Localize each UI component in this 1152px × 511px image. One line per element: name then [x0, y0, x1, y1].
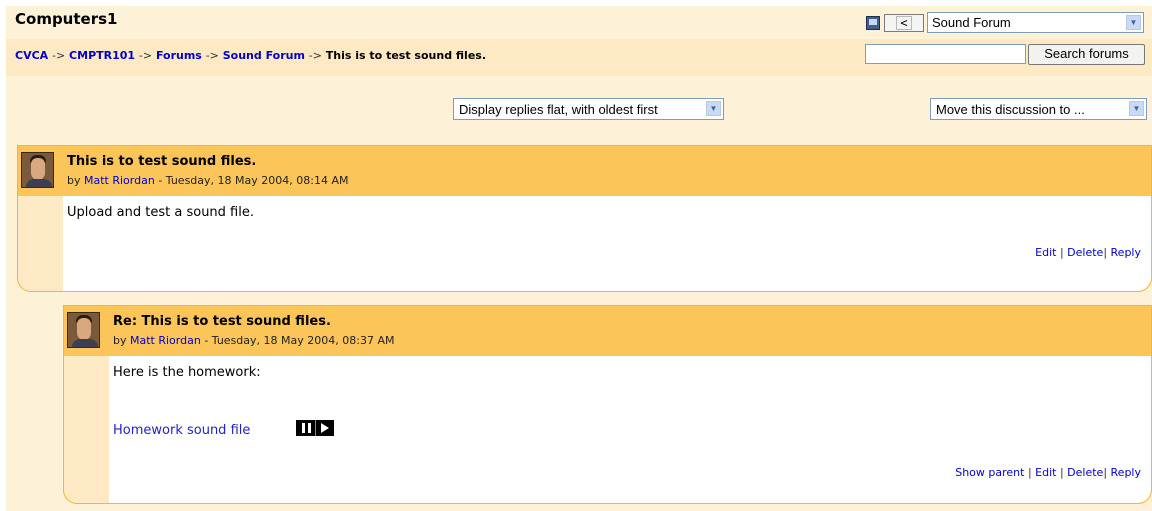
forum-jump-value: Sound Forum	[932, 15, 1011, 30]
prev-forum-label: <	[896, 16, 912, 30]
post-message: Here is the homework:	[113, 365, 261, 380]
breadcrumb-link-forum[interactable]: Sound Forum	[223, 49, 305, 62]
post-header: This is to test sound files. by Matt Rio…	[18, 146, 1151, 196]
post-actions: Show parent | Edit | Delete| Reply	[955, 466, 1141, 479]
post-body: Here is the homework: Homework sound fil…	[109, 356, 1151, 503]
chevron-down-icon: ▼	[1129, 101, 1144, 116]
reply-link[interactable]: Reply	[1111, 466, 1141, 479]
breadcrumb: CVCA -> CMPTR101 -> Forums -> Sound Foru…	[15, 49, 486, 62]
search-input[interactable]	[865, 44, 1026, 64]
forum-jump-select[interactable]: Sound Forum ▼	[927, 12, 1144, 33]
delete-link[interactable]: Delete	[1067, 246, 1103, 259]
show-parent-link[interactable]: Show parent	[955, 466, 1024, 479]
forum-post-reply: Re: This is to test sound files. by Matt…	[63, 305, 1152, 504]
post-by: by	[113, 334, 127, 347]
avatar[interactable]	[21, 152, 54, 188]
breadcrumb-bar: CVCA -> CMPTR101 -> Forums -> Sound Foru…	[6, 39, 1152, 76]
post-subject: Re: This is to test sound files.	[113, 314, 331, 329]
page: Computers1 < Sound Forum ▼ CVCA -> CMPTR…	[6, 6, 1152, 511]
post-header: Re: This is to test sound files. by Matt…	[64, 306, 1151, 356]
audio-player-icon[interactable]	[296, 420, 334, 436]
breadcrumb-link-cvca[interactable]: CVCA	[15, 49, 48, 62]
post-byline: by Matt Riordan - Tuesday, 18 May 2004, …	[113, 334, 394, 347]
chevron-down-icon: ▼	[1126, 15, 1141, 30]
reply-link[interactable]: Reply	[1111, 246, 1141, 259]
post-date: - Tuesday, 18 May 2004, 08:37 AM	[204, 334, 395, 347]
post-actions: Edit | Delete| Reply	[1035, 246, 1141, 259]
post-message: Upload and test a sound file.	[67, 205, 254, 220]
post-body: Upload and test a sound file. Edit | Del…	[63, 196, 1151, 291]
attachment-link[interactable]: Homework sound file	[113, 423, 250, 438]
delete-link[interactable]: Delete	[1067, 466, 1103, 479]
post-by: by	[67, 174, 81, 187]
docked-block-icon[interactable]	[866, 16, 880, 30]
site-title: Computers1	[15, 10, 118, 28]
post-subject: This is to test sound files.	[67, 154, 257, 169]
move-discussion-select[interactable]: Move this discussion to ... ▼	[930, 98, 1147, 120]
breadcrumb-separator: ->	[138, 49, 153, 62]
header-bar: Computers1 < Sound Forum ▼	[6, 6, 1152, 42]
post-author-link[interactable]: Matt Riordan	[130, 334, 201, 347]
breadcrumb-separator: ->	[205, 49, 219, 62]
post-author-link[interactable]: Matt Riordan	[84, 174, 155, 187]
search-forums-button[interactable]: Search forums	[1028, 44, 1145, 65]
prev-forum-button[interactable]: <	[884, 14, 924, 32]
post-date: - Tuesday, 18 May 2004, 08:14 AM	[158, 174, 349, 187]
edit-link[interactable]: Edit	[1035, 246, 1056, 259]
forum-post: This is to test sound files. by Matt Rio…	[17, 145, 1152, 292]
move-discussion-value: Move this discussion to ...	[936, 102, 1085, 117]
display-mode-value: Display replies flat, with oldest first	[459, 102, 658, 117]
breadcrumb-current: This is to test sound files.	[325, 49, 487, 62]
post-byline: by Matt Riordan - Tuesday, 18 May 2004, …	[67, 174, 348, 187]
avatar[interactable]	[67, 312, 100, 348]
breadcrumb-separator: ->	[52, 49, 66, 62]
breadcrumb-separator: ->	[308, 49, 322, 62]
display-mode-select[interactable]: Display replies flat, with oldest first …	[453, 98, 724, 120]
breadcrumb-link-course[interactable]: CMPTR101	[69, 49, 135, 62]
chevron-down-icon: ▼	[706, 101, 721, 116]
breadcrumb-link-forums[interactable]: Forums	[156, 49, 202, 62]
edit-link[interactable]: Edit	[1035, 466, 1056, 479]
